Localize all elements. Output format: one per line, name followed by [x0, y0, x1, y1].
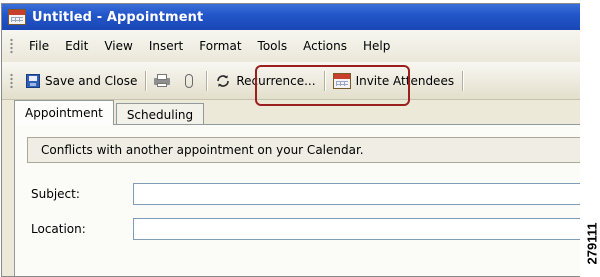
toolbar-separator	[206, 70, 208, 91]
invite-attendees-label: Invite Attendees	[355, 73, 455, 88]
menu-help[interactable]: Help	[355, 36, 398, 56]
menu-tools[interactable]: Tools	[250, 36, 296, 56]
menu-view[interactable]: View	[96, 36, 140, 56]
invite-attendees-button[interactable]: Invite Attendees	[328, 69, 460, 93]
figure-id-text: 279111	[584, 222, 600, 264]
title-bar: Untitled - Appointment	[2, 4, 580, 30]
paperclip-icon	[185, 73, 194, 88]
tab-scheduling[interactable]: Scheduling	[115, 103, 205, 125]
invite-attendees-icon	[332, 72, 351, 89]
menu-insert[interactable]: Insert	[141, 36, 191, 56]
subject-input[interactable]	[133, 183, 580, 205]
standard-toolbar: Save and Close Recurrence... Invite Atte…	[2, 62, 580, 100]
menu-file[interactable]: File	[21, 36, 57, 56]
location-row: Location:	[27, 218, 580, 240]
location-input[interactable]	[133, 218, 580, 240]
menu-bar: File Edit View Insert Format Tools Actio…	[2, 30, 580, 62]
window-title: Untitled - Appointment	[32, 9, 204, 25]
save-and-close-label: Save and Close	[45, 73, 138, 88]
figure-id: 279111	[584, 212, 600, 274]
menu-format[interactable]: Format	[191, 36, 249, 56]
recurrence-button[interactable]: Recurrence...	[210, 69, 320, 93]
menu-edit[interactable]: Edit	[57, 36, 96, 56]
conflict-info-bar: Conflicts with another appointment on yo…	[27, 137, 580, 163]
recurrence-icon	[215, 73, 231, 89]
menu-actions[interactable]: Actions	[295, 36, 355, 56]
floppy-disk-icon	[26, 73, 40, 88]
tab-strip: Appointment Scheduling	[2, 100, 580, 125]
toolbar-separator	[323, 70, 325, 91]
printer-icon	[154, 74, 171, 87]
print-button[interactable]	[149, 69, 180, 93]
recurrence-label: Recurrence...	[236, 73, 316, 88]
tab-appointment[interactable]: Appointment	[14, 100, 114, 125]
appointment-panel: Conflicts with another appointment on yo…	[14, 124, 580, 276]
subject-label: Subject:	[31, 187, 80, 201]
toolbar-separator	[462, 70, 464, 91]
grip-handle-icon[interactable]	[10, 38, 13, 54]
calendar-icon	[8, 9, 26, 25]
appointment-window: Untitled - Appointment File Edit View In…	[1, 3, 580, 277]
save-and-close-button[interactable]: Save and Close	[21, 69, 142, 93]
toolbar-separator	[145, 70, 147, 91]
attach-file-button[interactable]	[180, 69, 203, 93]
grip-handle-icon[interactable]	[10, 72, 13, 89]
subject-row: Subject:	[27, 183, 580, 205]
location-label: Location:	[31, 222, 86, 236]
